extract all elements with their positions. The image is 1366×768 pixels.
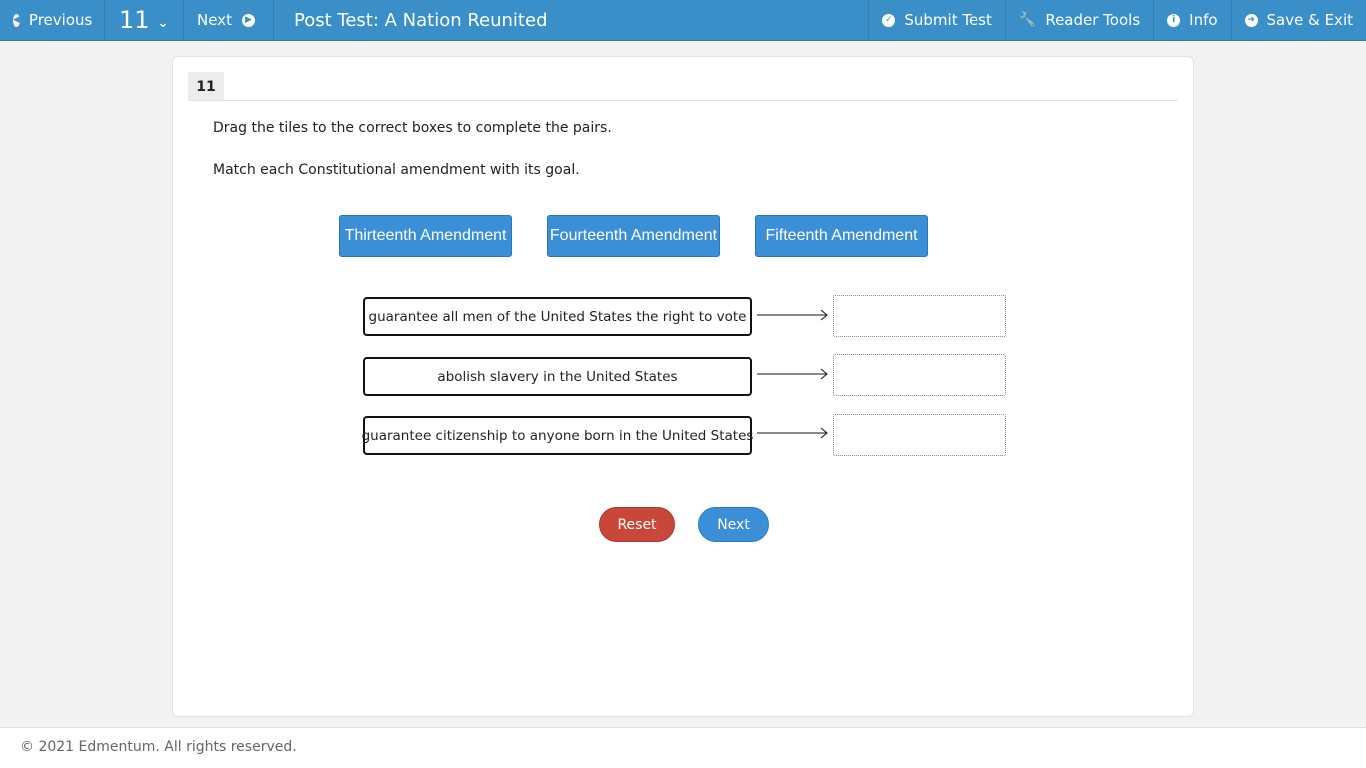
next-question-button[interactable]: Next ▶ bbox=[184, 0, 274, 40]
reset-button[interactable]: Reset bbox=[599, 507, 675, 542]
copyright-text: © 2021 Edmentum. All rights reserved. bbox=[20, 739, 297, 755]
info-circle-icon: i bbox=[1167, 13, 1181, 27]
next-question-label: Next bbox=[197, 11, 232, 29]
arrow-right-icon bbox=[757, 309, 828, 321]
instruction-text: Drag the tiles to the correct boxes to c… bbox=[213, 120, 612, 136]
question-number-badge: 11 bbox=[188, 72, 224, 101]
previous-button[interactable]: ◀ Previous bbox=[0, 0, 105, 40]
drop-target-box[interactable] bbox=[833, 414, 1006, 456]
top-toolbar: ◀ Previous 11 ⌄ Next ▶ Post Test: A Nati… bbox=[0, 0, 1366, 41]
reader-tools-label: Reader Tools bbox=[1045, 11, 1141, 29]
pair-goal-label: abolish slavery in the United States bbox=[363, 357, 752, 396]
wrench-icon: 🔧 bbox=[1018, 12, 1037, 28]
question-prompt: Match each Constitutional amendment with… bbox=[213, 162, 580, 178]
arrow-left-circle-icon: ◀ bbox=[13, 13, 20, 27]
drop-target-box[interactable] bbox=[833, 295, 1006, 337]
footer: © 2021 Edmentum. All rights reserved. bbox=[0, 727, 1366, 768]
question-selector-number: 11 bbox=[119, 6, 150, 34]
info-label: Info bbox=[1189, 11, 1218, 29]
sign-out-icon: ➜ bbox=[1244, 13, 1258, 27]
submit-test-label: Submit Test bbox=[904, 11, 992, 29]
tile-fourteenth-amendment[interactable]: Fourteenth Amendment bbox=[547, 215, 720, 257]
reader-tools-button[interactable]: 🔧 Reader Tools bbox=[1004, 0, 1153, 40]
save-exit-button[interactable]: ➜ Save & Exit bbox=[1230, 0, 1366, 40]
arrow-right-icon bbox=[757, 368, 828, 380]
arrow-right-circle-icon: ▶ bbox=[241, 13, 255, 27]
previous-label: Previous bbox=[28, 11, 93, 29]
test-title: Post Test: A Nation Reunited bbox=[294, 9, 548, 31]
pair-goal-label: guarantee all men of the United States t… bbox=[363, 297, 752, 336]
next-button[interactable]: Next bbox=[698, 507, 769, 542]
tile-thirteenth-amendment[interactable]: Thirteenth Amendment bbox=[339, 215, 512, 257]
drop-target-box[interactable] bbox=[833, 354, 1006, 396]
save-exit-label: Save & Exit bbox=[1266, 11, 1353, 29]
chevron-down-icon: ⌄ bbox=[157, 15, 169, 31]
tile-fifteenth-amendment[interactable]: Fifteenth Amendment bbox=[755, 215, 928, 257]
divider bbox=[188, 100, 1178, 101]
question-card: 11 Drag the tiles to the correct boxes t… bbox=[172, 56, 1194, 717]
info-button[interactable]: i Info bbox=[1153, 0, 1230, 40]
check-circle-icon: ✓ bbox=[882, 13, 896, 27]
arrow-right-icon bbox=[757, 427, 828, 439]
pair-goal-label: guarantee citizenship to anyone born in … bbox=[362, 416, 753, 455]
submit-test-button[interactable]: ✓ Submit Test bbox=[868, 0, 1005, 40]
question-selector[interactable]: 11 ⌄ bbox=[105, 0, 184, 40]
